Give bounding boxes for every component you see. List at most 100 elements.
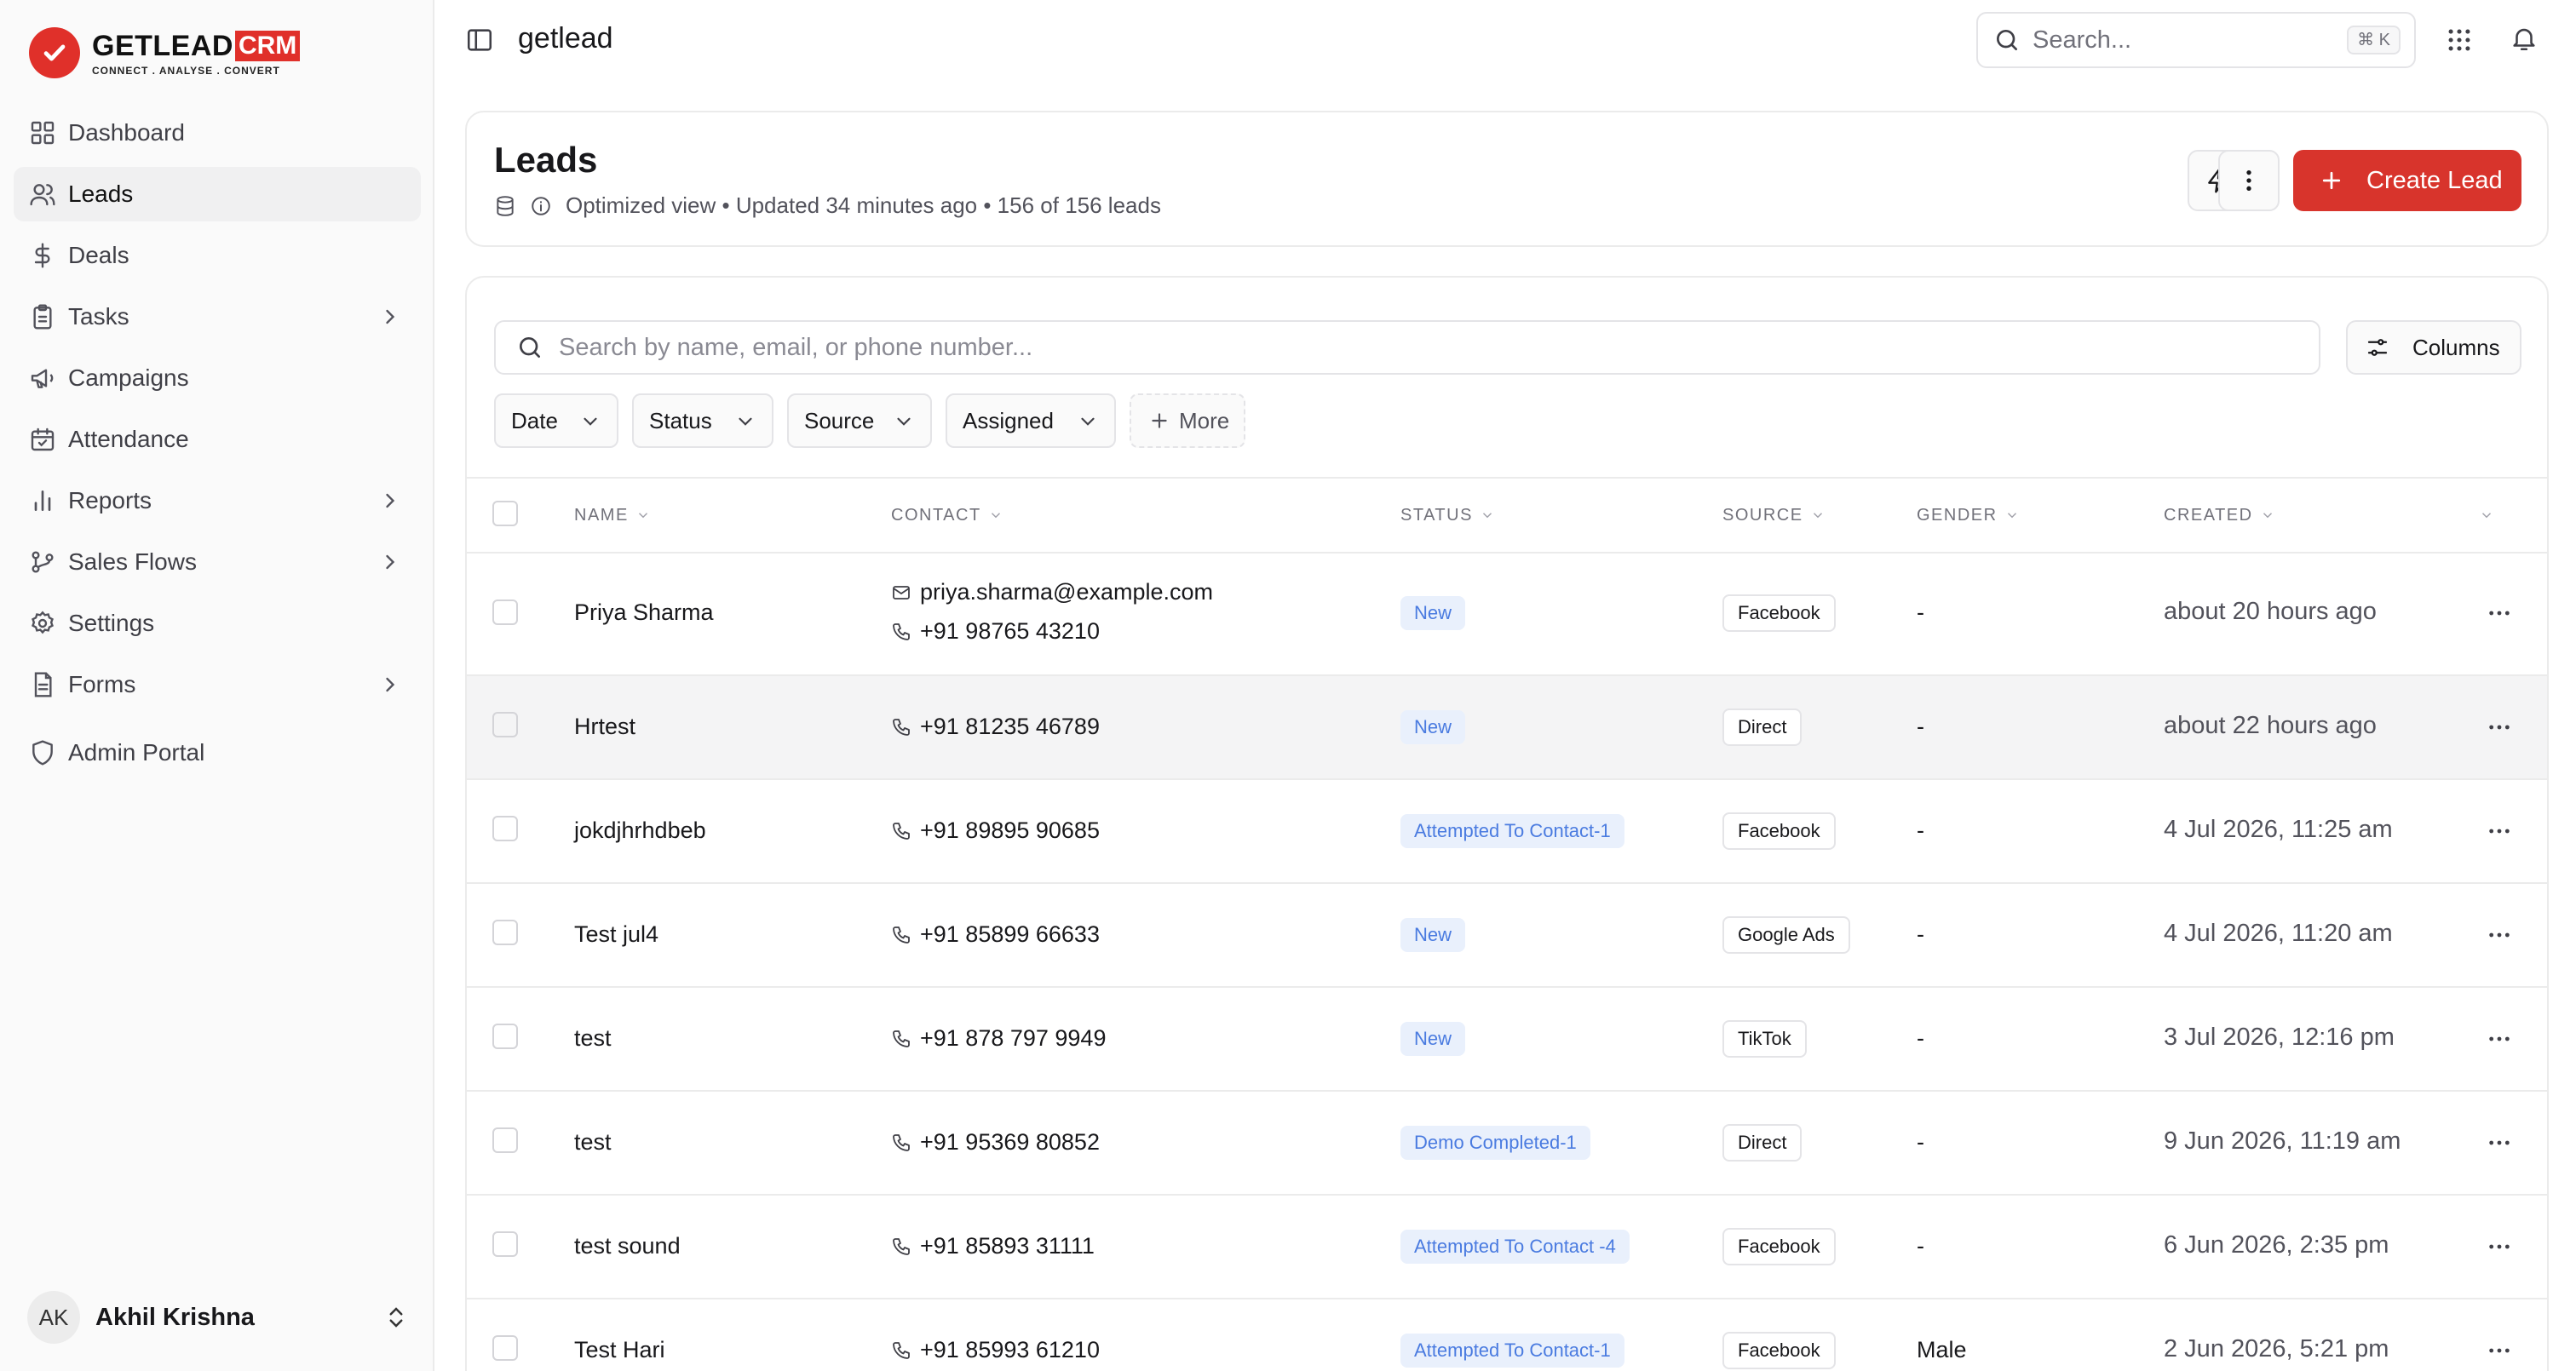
sidebar-item-deals[interactable]: Deals — [14, 228, 421, 283]
row-actions-icon[interactable] — [2486, 714, 2513, 741]
sidebar-item-admin-portal[interactable]: Admin Portal — [14, 726, 421, 780]
filter-assigned[interactable]: Assigned — [946, 393, 1116, 448]
sidebar-item-sales-flows[interactable]: Sales Flows — [14, 535, 421, 589]
status-badge: Attempted To Contact-1 — [1400, 1334, 1624, 1368]
lead-name[interactable]: jokdjhrhdbeb — [574, 817, 706, 844]
row-actions-icon[interactable] — [2486, 1337, 2513, 1364]
column-header-name[interactable]: NAME — [574, 479, 651, 552]
column-header-label: NAME — [574, 505, 629, 525]
columns-button[interactable]: Columns — [2346, 320, 2521, 375]
table-row[interactable]: Test Hari +91 85993 61210 Attempted To C… — [467, 1299, 2547, 1371]
sidebar-item-forms[interactable]: Forms — [14, 657, 421, 712]
chevron-right-icon[interactable] — [378, 673, 402, 697]
lead-phone[interactable]: +91 95369 80852 — [891, 1129, 1100, 1156]
lead-email[interactable]: priya.sharma@example.com — [891, 579, 1213, 605]
column-header-gender[interactable]: GENDER — [1917, 479, 2020, 552]
row-actions-icon[interactable] — [2486, 1129, 2513, 1156]
column-header-status[interactable]: STATUS — [1400, 479, 1495, 552]
sidebar-item-dashboard[interactable]: Dashboard — [14, 106, 421, 160]
column-header-source[interactable]: SOURCE — [1722, 479, 1826, 552]
filter-source[interactable]: Source — [787, 393, 932, 448]
chevron-right-icon[interactable] — [378, 550, 402, 574]
chevron-down-icon — [739, 417, 752, 426]
dollar-icon — [34, 243, 50, 268]
checkmark-logo-icon — [29, 27, 80, 78]
bar-chart-icon — [34, 490, 51, 511]
table-row[interactable]: Hrtest +91 81235 46789 New Direct - abou… — [467, 676, 2547, 780]
lead-phone[interactable]: +91 81235 46789 — [891, 714, 1100, 740]
filter-status[interactable]: Status — [632, 393, 773, 448]
row-actions-icon[interactable] — [2486, 1233, 2513, 1260]
sidebar-item-campaigns[interactable]: Campaigns — [14, 351, 421, 405]
table-row[interactable]: jokdjhrhdbeb +91 89895 90685 Attempted T… — [467, 780, 2547, 884]
column-options-menu[interactable] — [2472, 479, 2494, 552]
lead-created: 6 Jun 2026, 2:35 pm — [2164, 1231, 2389, 1259]
column-header-created[interactable]: CREATED — [2164, 479, 2275, 552]
leads-search-input[interactable] — [559, 333, 2177, 362]
source-badge: Facebook — [1722, 1332, 1836, 1369]
chevron-right-icon[interactable] — [378, 305, 402, 329]
row-checkbox[interactable] — [492, 816, 518, 841]
plus-icon — [2322, 171, 2341, 190]
select-all-checkbox[interactable] — [492, 501, 518, 526]
row-actions-icon[interactable] — [2486, 921, 2513, 949]
info-icon[interactable] — [530, 195, 552, 217]
dashboard-icon — [31, 121, 55, 145]
global-search-input[interactable]: Search... ⌘ K — [1976, 12, 2416, 68]
table-row[interactable]: test sound +91 85893 31111 Attempted To … — [467, 1196, 2547, 1299]
row-checkbox[interactable] — [492, 1024, 518, 1049]
lead-name[interactable]: test — [574, 1025, 612, 1052]
sidebar-item-tasks[interactable]: Tasks — [14, 290, 421, 344]
row-actions-icon[interactable] — [2486, 817, 2513, 845]
more-options-button[interactable] — [2218, 150, 2280, 211]
sidebar-item-attendance[interactable]: Attendance — [14, 412, 421, 467]
table-row[interactable]: test +91 95369 80852 Demo Completed-1 Di… — [467, 1092, 2547, 1196]
lead-name[interactable]: test — [574, 1129, 612, 1156]
lead-phone[interactable]: +91 85893 31111 — [891, 1233, 1095, 1259]
lead-phone[interactable]: +91 89895 90685 — [891, 817, 1100, 844]
brand-logo[interactable]: GETLEAD CRM CONNECT . ANALYSE . CONVERT — [29, 26, 301, 80]
row-actions-icon[interactable] — [2486, 599, 2513, 627]
lead-phone[interactable]: +91 878 797 9949 — [891, 1025, 1106, 1052]
sidebar-item-leads[interactable]: Leads — [14, 167, 421, 221]
chevron-right-icon[interactable] — [378, 489, 402, 513]
create-lead-button[interactable]: Create Lead — [2293, 150, 2521, 211]
filter-label: Source — [804, 407, 875, 433]
lead-name[interactable]: Test jul4 — [574, 921, 658, 948]
sidebar-item-label: Leads — [68, 181, 134, 207]
lead-phone-text: +91 81235 46789 — [920, 714, 1100, 739]
user-menu[interactable]: AK Akhil Krishna — [27, 1289, 409, 1345]
row-checkbox[interactable] — [492, 1335, 518, 1361]
lead-phone[interactable]: +91 85993 61210 — [891, 1337, 1100, 1363]
chevron-down-icon — [897, 417, 911, 426]
lead-phone[interactable]: +91 98765 43210 — [891, 618, 1100, 645]
lead-name[interactable]: Test Hari — [574, 1337, 665, 1363]
sidebar-item-reports[interactable]: Reports — [14, 473, 421, 528]
table-row[interactable]: test +91 878 797 9949 New TikTok - 3 Jul… — [467, 988, 2547, 1092]
filter-date[interactable]: Date — [494, 393, 618, 448]
column-header-contact[interactable]: CONTACT — [891, 479, 1003, 552]
topbar: getlead Search... ⌘ K — [436, 0, 2576, 82]
row-checkbox[interactable] — [492, 920, 518, 945]
sidebar-toggle-icon[interactable] — [465, 26, 494, 54]
chevrons-up-down-icon[interactable] — [383, 1305, 409, 1330]
apps-grid-icon[interactable] — [2445, 26, 2474, 54]
table-row[interactable]: Priya Sharma priya.sharma@example.com +9… — [467, 554, 2547, 676]
table-row[interactable]: Test jul4 +91 85899 66633 New Google Ads… — [467, 884, 2547, 988]
row-actions-icon[interactable] — [2486, 1025, 2513, 1053]
leads-table-card: Columns Date Status Source Assigned More… — [465, 276, 2549, 1371]
lead-name[interactable]: Hrtest — [574, 714, 635, 740]
row-checkbox[interactable] — [492, 1127, 518, 1153]
lead-name[interactable]: test sound — [574, 1233, 681, 1259]
sidebar-item-settings[interactable]: Settings — [14, 596, 421, 651]
lead-name[interactable]: Priya Sharma — [574, 599, 714, 626]
bell-icon[interactable] — [2510, 24, 2539, 53]
lead-gender: - — [1917, 921, 1924, 947]
row-checkbox[interactable] — [492, 1231, 518, 1257]
chevron-down-icon — [1813, 513, 1822, 519]
lead-phone[interactable]: +91 85899 66633 — [891, 921, 1100, 948]
row-checkbox[interactable] — [492, 712, 518, 737]
sidebar-item-label: Attendance — [68, 426, 189, 452]
filter-more-button[interactable]: More — [1130, 393, 1245, 448]
row-checkbox[interactable] — [492, 599, 518, 625]
